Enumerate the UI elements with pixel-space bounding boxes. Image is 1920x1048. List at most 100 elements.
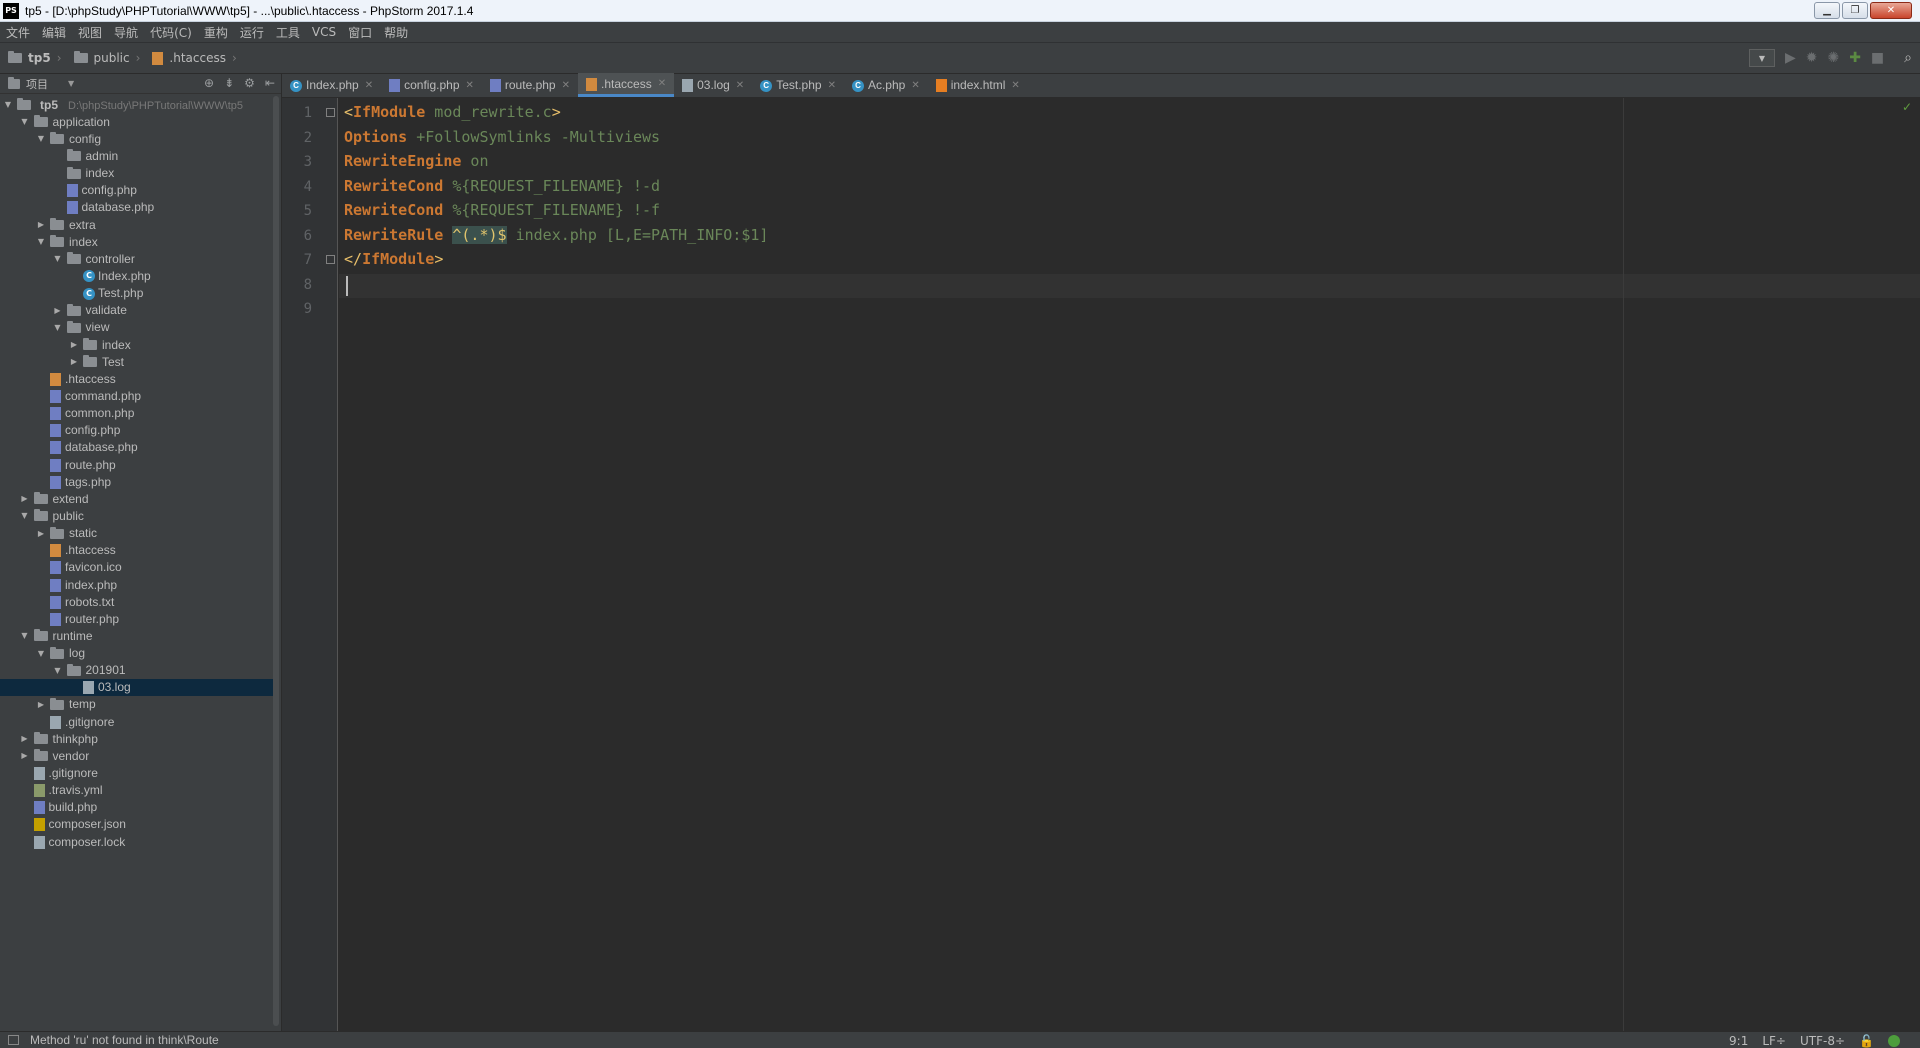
expand-arrow-icon[interactable]: ▶ bbox=[69, 340, 79, 349]
gear-icon[interactable]: ⚙ bbox=[244, 76, 255, 90]
collapse-arrow-icon[interactable]: ▼ bbox=[36, 649, 46, 658]
minimize-button[interactable]: ▁ bbox=[1814, 2, 1840, 19]
close-tab-icon[interactable]: ✕ bbox=[365, 80, 373, 91]
run-config-dropdown[interactable]: ▼ bbox=[1748, 49, 1775, 67]
tree-folder[interactable]: ▼ log bbox=[0, 645, 276, 662]
search-icon[interactable]: ⌕ bbox=[1904, 50, 1912, 66]
expand-arrow-icon[interactable]: ▶ bbox=[20, 494, 30, 503]
tree-folder[interactable]: ▶ vendor bbox=[0, 747, 276, 764]
tree-file[interactable]: command.php bbox=[0, 387, 276, 404]
tree-file[interactable]: composer.lock bbox=[0, 833, 276, 850]
expand-arrow-icon[interactable]: ▼ bbox=[3, 100, 13, 109]
editor-tab[interactable]: C Ac.php ✕ bbox=[844, 73, 928, 97]
collapse-all-icon[interactable]: ⇟ bbox=[224, 76, 234, 90]
menu-item[interactable]: 帮助 bbox=[384, 24, 408, 41]
close-tab-icon[interactable]: ✕ bbox=[466, 80, 474, 91]
collapse-arrow-icon[interactable]: ▼ bbox=[53, 323, 63, 332]
editor-tab[interactable]: C Test.php ✕ bbox=[752, 73, 844, 97]
editor-tab[interactable]: 03.log ✕ bbox=[674, 73, 752, 97]
scroll-from-source-icon[interactable]: ⊕ bbox=[204, 76, 214, 90]
collapse-arrow-icon[interactable]: ▼ bbox=[20, 117, 30, 126]
menu-item[interactable]: 导航 bbox=[114, 24, 138, 41]
line-separator[interactable]: LF÷ bbox=[1762, 1034, 1786, 1048]
fold-marker-icon[interactable] bbox=[326, 108, 335, 117]
stop-icon[interactable]: ■ bbox=[1871, 50, 1884, 66]
tree-file[interactable]: 03.log bbox=[0, 678, 276, 696]
breadcrumb-project[interactable]: tp5 › bbox=[8, 51, 68, 65]
tree-folder[interactable]: ▼ view bbox=[0, 319, 276, 336]
coverage-icon[interactable]: ✺ bbox=[1827, 50, 1839, 66]
tree-folder[interactable]: ▶ Test bbox=[0, 353, 276, 370]
run-icon[interactable]: ▶ bbox=[1785, 50, 1796, 66]
tree-file[interactable]: config.php bbox=[0, 422, 276, 439]
tree-file[interactable]: C Index.php bbox=[0, 267, 276, 284]
tree-folder[interactable]: ▶ index bbox=[0, 336, 276, 353]
tree-folder[interactable]: ▼ index bbox=[0, 233, 276, 250]
editor-tab[interactable]: config.php ✕ bbox=[381, 73, 482, 97]
tree-file[interactable]: index.php bbox=[0, 576, 276, 593]
editor-tab[interactable]: .htaccess ✕ bbox=[578, 73, 675, 97]
close-tab-icon[interactable]: ✕ bbox=[658, 78, 666, 89]
tree-folder[interactable]: ▶ validate bbox=[0, 302, 276, 319]
attach-debugger-icon[interactable]: ✚ bbox=[1849, 50, 1861, 66]
debug-icon[interactable]: ✹ bbox=[1806, 50, 1818, 66]
close-button[interactable]: ✕ bbox=[1870, 2, 1912, 19]
tree-file[interactable]: database.php bbox=[0, 439, 276, 456]
chevron-down-icon[interactable]: ▼ bbox=[68, 79, 74, 88]
project-tree-scrollbar[interactable] bbox=[273, 96, 279, 1026]
menu-item[interactable]: 窗口 bbox=[348, 24, 372, 41]
menu-item[interactable]: 重构 bbox=[204, 24, 228, 41]
tree-folder[interactable]: index bbox=[0, 165, 276, 182]
menu-item[interactable]: 工具 bbox=[276, 24, 300, 41]
tree-file[interactable]: .gitignore bbox=[0, 713, 276, 730]
tree-folder[interactable]: ▼ controller bbox=[0, 250, 276, 267]
tree-file[interactable]: .travis.yml bbox=[0, 782, 276, 799]
menu-item[interactable]: VCS bbox=[312, 25, 336, 39]
event-log-icon[interactable] bbox=[1888, 1034, 1900, 1047]
expand-arrow-icon[interactable]: ▶ bbox=[36, 220, 46, 229]
collapse-arrow-icon[interactable]: ▼ bbox=[36, 134, 46, 143]
close-tab-icon[interactable]: ✕ bbox=[911, 80, 919, 91]
expand-arrow-icon[interactable]: ▶ bbox=[53, 306, 63, 315]
tree-folder[interactable]: ▶ temp bbox=[0, 696, 276, 713]
expand-arrow-icon[interactable]: ▶ bbox=[36, 700, 46, 709]
fold-marker-icon[interactable] bbox=[326, 255, 335, 264]
restore-button[interactable]: ❐ bbox=[1842, 2, 1868, 19]
toggle-tool-windows-icon[interactable] bbox=[8, 1035, 19, 1045]
inspection-ok-icon[interactable]: ✓ bbox=[1902, 100, 1912, 114]
tree-folder[interactable]: ▼ application bbox=[0, 113, 276, 130]
tree-file[interactable]: common.php bbox=[0, 405, 276, 422]
menu-item[interactable]: 代码(C) bbox=[150, 24, 192, 41]
tree-file[interactable]: config.php bbox=[0, 182, 276, 199]
tree-file[interactable]: .gitignore bbox=[0, 764, 276, 781]
tree-file[interactable]: .htaccess bbox=[0, 370, 276, 387]
editor-tab[interactable]: C Index.php ✕ bbox=[282, 73, 381, 97]
hide-panel-icon[interactable]: ⇤ bbox=[265, 76, 275, 90]
tree-folder[interactable]: ▶ extend bbox=[0, 490, 276, 507]
tree-root[interactable]: ▼ tp5 D:\phpStudy\PHPTutorial\WWW\tp5 bbox=[0, 96, 276, 113]
expand-arrow-icon[interactable]: ▶ bbox=[69, 357, 79, 366]
collapse-arrow-icon[interactable]: ▼ bbox=[53, 254, 63, 263]
caret-position[interactable]: 9:1 bbox=[1729, 1034, 1748, 1048]
tree-file[interactable]: router.php bbox=[0, 610, 276, 627]
expand-arrow-icon[interactable]: ▶ bbox=[36, 529, 46, 538]
tree-file[interactable]: database.php bbox=[0, 199, 276, 216]
breadcrumb-public[interactable]: public › bbox=[73, 51, 147, 65]
tree-file[interactable]: robots.txt bbox=[0, 593, 276, 610]
close-tab-icon[interactable]: ✕ bbox=[562, 80, 570, 91]
tree-file[interactable]: route.php bbox=[0, 456, 276, 473]
close-tab-icon[interactable]: ✕ bbox=[1011, 80, 1019, 91]
menu-item[interactable]: 视图 bbox=[78, 24, 102, 41]
menu-item[interactable]: 编辑 bbox=[42, 24, 66, 41]
collapse-arrow-icon[interactable]: ▼ bbox=[20, 511, 30, 520]
tree-folder[interactable]: ▼ runtime bbox=[0, 627, 276, 644]
expand-arrow-icon[interactable]: ▶ bbox=[20, 734, 30, 743]
tree-folder[interactable]: ▶ extra bbox=[0, 216, 276, 233]
file-encoding[interactable]: UTF-8÷ bbox=[1800, 1034, 1845, 1048]
tree-file[interactable]: build.php bbox=[0, 799, 276, 816]
close-tab-icon[interactable]: ✕ bbox=[736, 80, 744, 91]
tree-folder[interactable]: admin bbox=[0, 147, 276, 164]
collapse-arrow-icon[interactable]: ▼ bbox=[36, 237, 46, 246]
tree-folder[interactable]: ▶ static bbox=[0, 525, 276, 542]
project-panel-header[interactable]: 项目 ▼ ⊕ ⇟ ⚙ ⇤ bbox=[0, 74, 281, 94]
